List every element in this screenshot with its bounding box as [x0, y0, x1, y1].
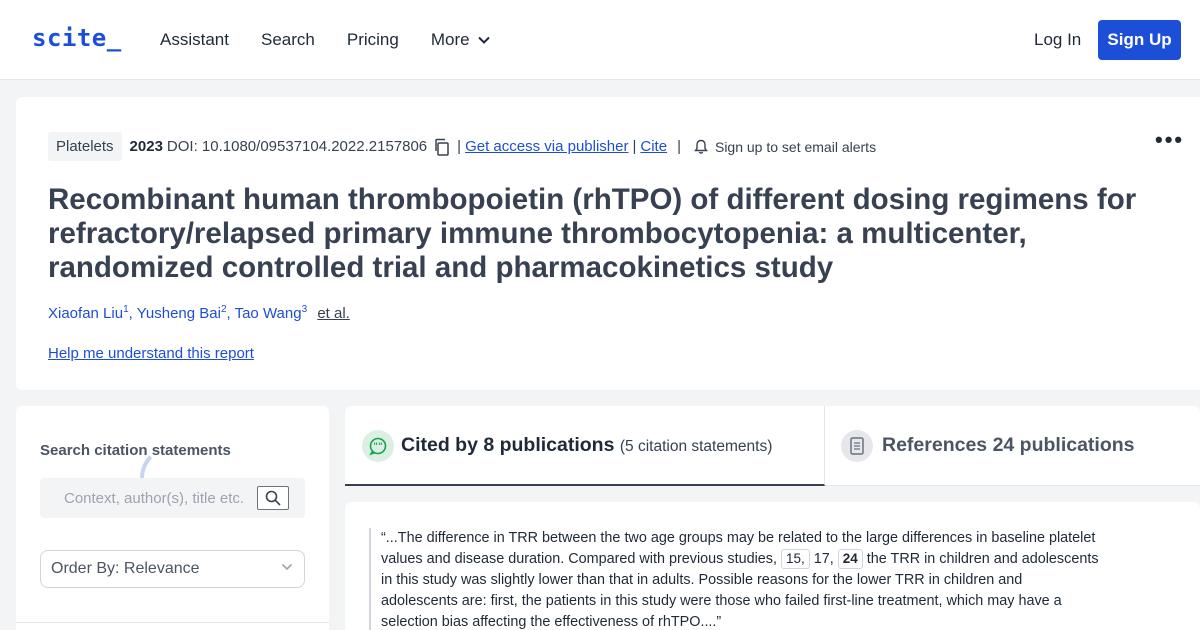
author-affiliation: 2	[220, 304, 227, 315]
doi-text: DOI: 10.1080/09537104.2022.2157806	[166, 138, 428, 155]
citation-search-box	[40, 478, 305, 518]
nav-assistant[interactable]: Assistant	[160, 30, 229, 50]
paper-header-card: Platelets 2023 DOI: 10.1080/09537104.202…	[16, 97, 1200, 390]
scite-logo[interactable]: scite_	[32, 24, 122, 52]
bell-icon	[694, 139, 708, 154]
separator: |	[677, 138, 681, 155]
tab-cited-by[interactable]: "" Cited by 8 publications (5 citation s…	[345, 406, 825, 486]
copy-icon[interactable]	[433, 138, 451, 156]
author-link[interactable]: Yusheng Bai2	[136, 304, 227, 322]
separator: |	[457, 138, 462, 155]
author-name: Yusheng Bai	[136, 305, 221, 322]
help-understand-link[interactable]: Help me understand this report	[48, 345, 254, 362]
order-by-value: Order By: Relevance	[51, 560, 200, 577]
get-access-link[interactable]: Get access via publisher	[465, 138, 628, 155]
paper-meta-row: Platelets 2023 DOI: 10.1080/09537104.202…	[48, 132, 876, 161]
paper-title: Recombinant human thrombopoietin (rhTPO)…	[48, 183, 1137, 284]
author-affiliation: 3	[301, 304, 308, 315]
cite-link[interactable]: Cite	[640, 138, 667, 155]
reference-plain[interactable]: 17,	[814, 551, 834, 567]
search-icon	[265, 490, 281, 506]
chevron-down-icon	[281, 563, 293, 571]
cited-by-label: Cited by 8 publications (5 citation stat…	[401, 434, 772, 457]
journal-tag[interactable]: Platelets	[48, 132, 122, 161]
more-icon[interactable]: •••	[1155, 127, 1184, 153]
chat-quote-icon: ""	[362, 430, 394, 462]
search-citations-heading: Search citation statements	[40, 442, 231, 459]
author-list: Xiaofan Liu1, Yusheng Bai2, Tao Wang3 et…	[48, 304, 350, 322]
references-label: References 24 publications	[882, 434, 1135, 456]
nav-pricing[interactable]: Pricing	[347, 30, 399, 50]
et-al-link[interactable]: et al.	[317, 305, 350, 322]
divider	[16, 622, 329, 623]
author-name: Tao Wang	[234, 305, 302, 322]
citation-search-panel: Search citation statements Order By: Rel…	[16, 406, 329, 630]
main-nav: Assistant Search Pricing More	[160, 30, 522, 50]
citation-tabs: "" Cited by 8 publications (5 citation s…	[345, 406, 1200, 486]
author-link[interactable]: Xiaofan Liu1	[48, 304, 129, 322]
email-alerts-link[interactable]: Sign up to set email alerts	[715, 139, 876, 155]
search-button[interactable]	[257, 486, 289, 510]
citation-statement-card: “...The difference in TRR between the tw…	[345, 502, 1200, 630]
separator: |	[632, 138, 637, 155]
citation-search-input[interactable]	[50, 478, 250, 518]
reference-badge[interactable]: 15,	[780, 549, 810, 569]
tab-references[interactable]: References 24 publications	[825, 406, 1200, 486]
order-by-select[interactable]: Order By: Relevance	[40, 550, 305, 588]
citation-quote: “...The difference in TRR between the tw…	[369, 528, 1099, 630]
author-affiliation: 1	[123, 304, 129, 315]
login-link[interactable]: Log In	[1034, 30, 1081, 50]
top-navbar: scite_ Assistant Search Pricing More Log…	[0, 0, 1200, 80]
citation-statements-count: (5 citation statements)	[619, 438, 773, 455]
nav-more-label: More	[430, 30, 470, 49]
svg-text:"": ""	[373, 442, 382, 452]
signup-button[interactable]: Sign Up	[1098, 20, 1181, 60]
author-link[interactable]: Tao Wang3	[234, 304, 308, 322]
author-name: Xiaofan Liu	[48, 305, 124, 322]
reference-badge[interactable]: 24	[837, 549, 863, 569]
nav-search[interactable]: Search	[261, 30, 315, 50]
publication-year: 2023	[129, 138, 163, 155]
document-icon	[841, 430, 873, 462]
nav-more[interactable]: More	[431, 30, 490, 50]
cited-by-count: Cited by 8 publications	[401, 434, 615, 456]
chevron-down-icon	[477, 36, 490, 44]
